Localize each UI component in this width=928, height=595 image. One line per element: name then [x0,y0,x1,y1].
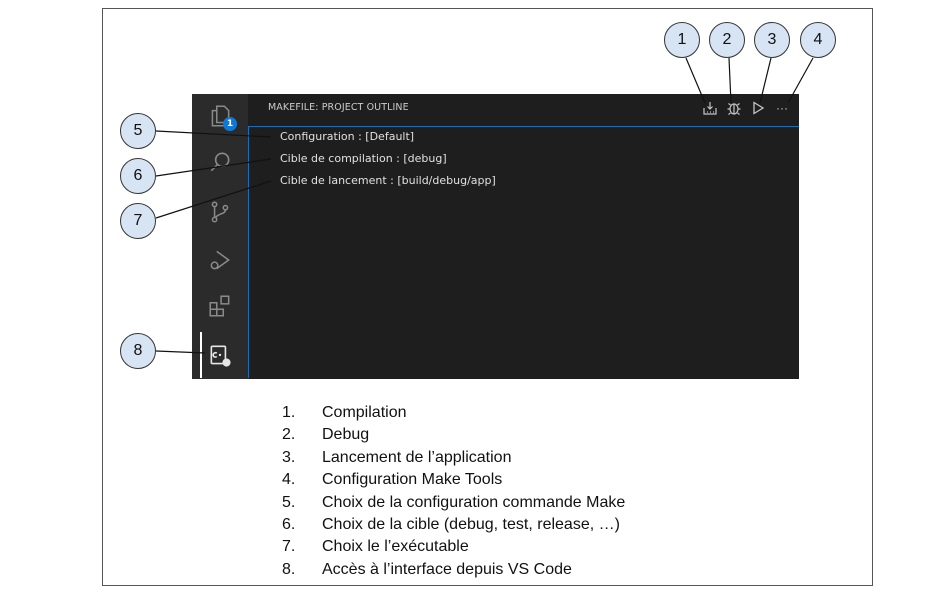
run-icon[interactable] [749,99,767,117]
source-control-icon[interactable] [204,196,236,228]
legend-item: 4. Configuration Make Tools [282,471,625,493]
legend-item: 8. Accès à l’interface depuis VS Code [282,561,625,583]
panel-title: MAKEFILE: PROJECT OUTLINE [268,102,409,113]
legend-number: 2. [282,426,296,444]
legend-number: 1. [282,404,296,421]
run-debug-icon[interactable] [204,244,236,276]
legend-item: 7. Choix le l’exécutable [282,538,625,560]
build-icon[interactable] [701,99,719,117]
legend-item: 3. Lancement de l’application [282,449,625,471]
extensions-icon[interactable] [204,290,236,322]
legend-number: 3. [282,448,296,466]
legend-text: Choix de la cible (debug, test, release,… [322,515,620,533]
vscode-window: 1 MAKEFILE: PROJECT OUTLINE ··· Configur… [192,94,799,379]
activity-bar: 1 [192,94,248,379]
callout-5: 5 [120,113,156,149]
legend-text: Configuration Make Tools [322,471,503,489]
legend-number: 6. [282,515,296,533]
callout-3: 3 [754,22,790,58]
legend-item: 5. Choix de la configuration commande Mak… [282,494,625,516]
legend-number: 5. [282,493,296,511]
launch-target-item[interactable]: Cible de lancement : [build/debug/app] [280,174,496,187]
legend-number: 4. [282,471,296,489]
more-actions-icon[interactable]: ··· [773,99,791,117]
callout-4: 4 [800,22,836,58]
active-indicator [200,332,202,378]
make-tools-sidebar: MAKEFILE: PROJECT OUTLINE ··· Configurat… [248,94,799,379]
legend-item: 2. Debug [282,426,625,448]
explorer-badge: 1 [223,117,237,131]
legend-item: 6. Choix de la cible (debug, test, releas… [282,516,625,538]
legend-text: Accès à l’interface depuis VS Code [322,560,572,578]
legend-text: Compilation [322,404,407,421]
callout-6: 6 [120,158,156,194]
callout-2: 2 [709,22,745,58]
legend-text: Debug [322,426,370,444]
debug-icon[interactable] [725,99,743,117]
callout-7: 7 [120,203,156,239]
make-tools-icon[interactable] [204,340,236,372]
callout-8: 8 [120,333,156,369]
legend-number: 7. [282,538,296,556]
callout-1: 1 [664,22,700,58]
legend-item: 1. Compilation [282,404,625,426]
build-target-item[interactable]: Cible de compilation : [debug] [280,152,447,165]
panel-toolbar: ··· [701,99,791,117]
legend-text: Lancement de l’application [322,448,512,466]
legend-text: Choix de la configuration commande Make [322,493,626,511]
legend-number: 8. [282,560,296,578]
configuration-item[interactable]: Configuration : [Default] [280,130,414,143]
legend-list: 1. Compilation 2. Debug 3. Lancement de l’a… [282,404,625,583]
legend-text: Choix le l’exécutable [322,538,469,556]
search-icon[interactable] [204,146,236,178]
